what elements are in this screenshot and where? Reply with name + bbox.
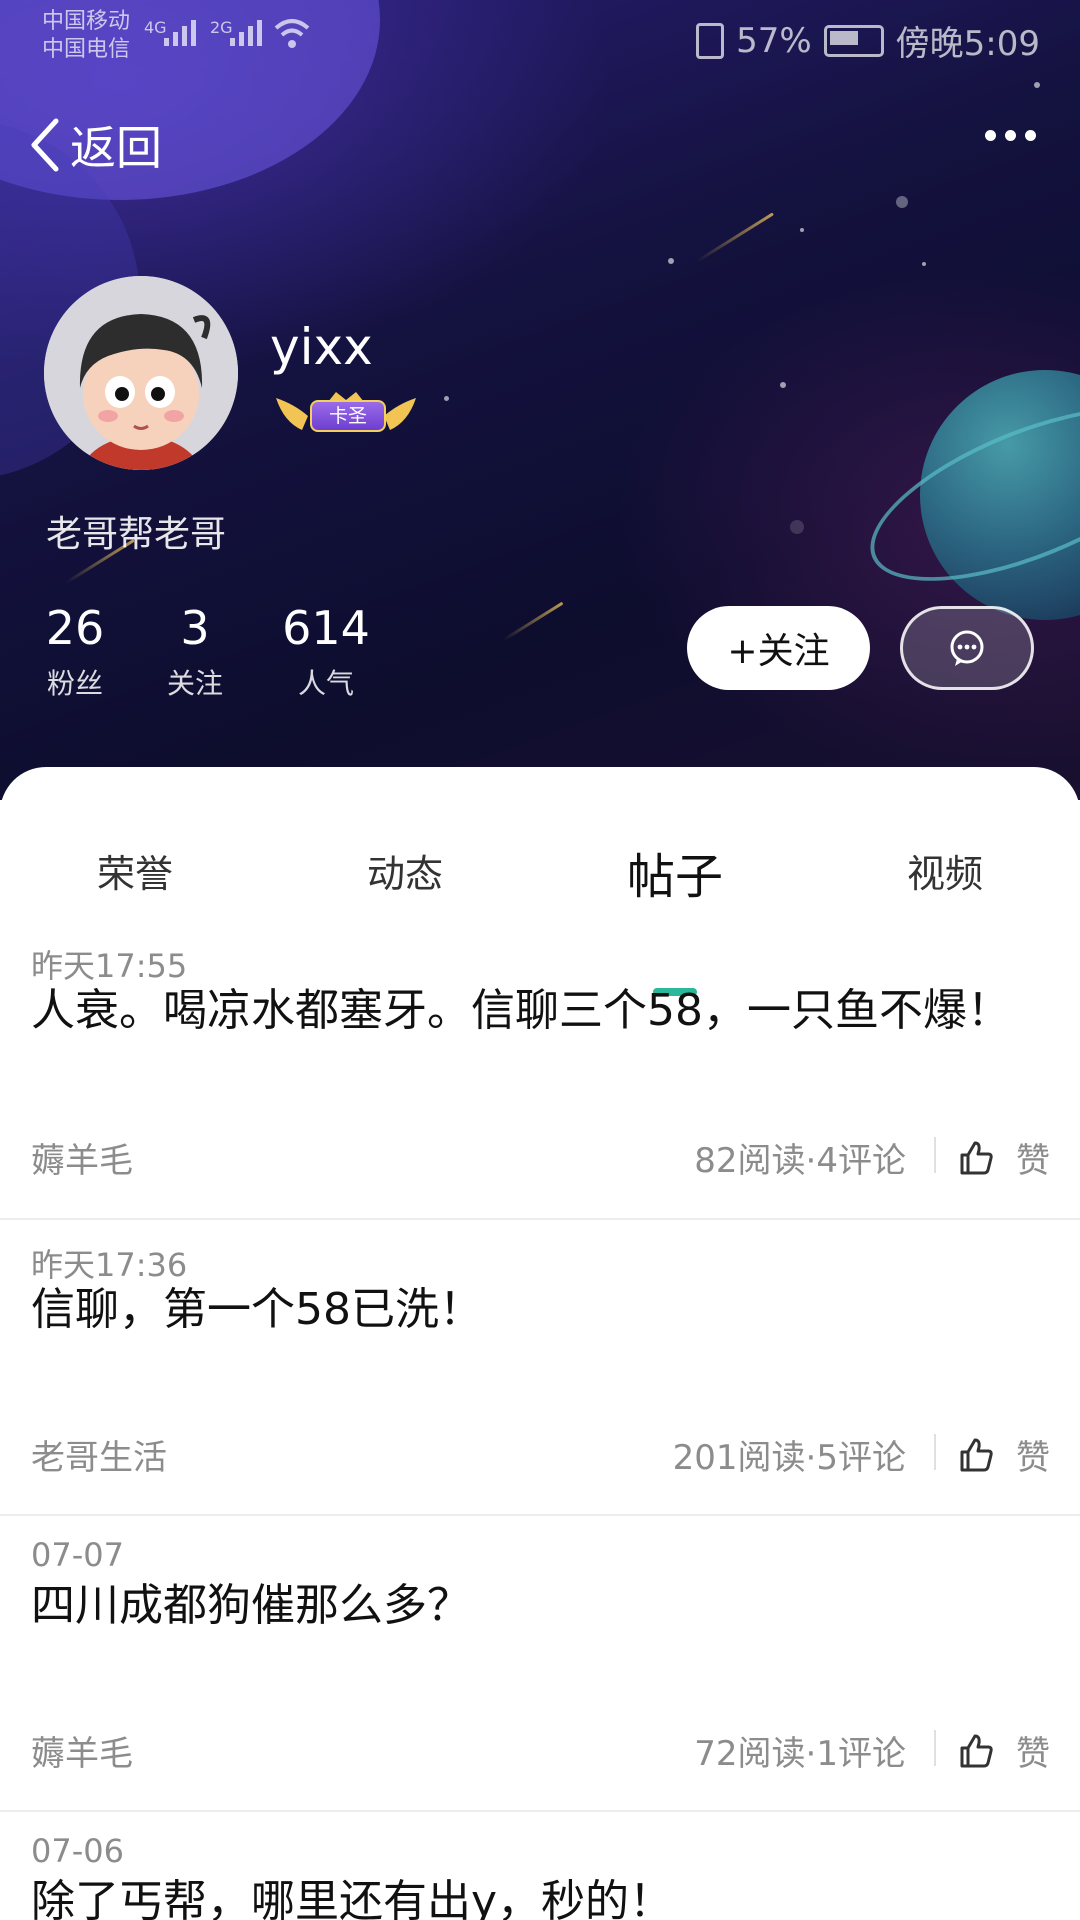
stat-value: 26 bbox=[45, 601, 105, 655]
username: yixx bbox=[270, 318, 373, 376]
more-dots-icon bbox=[985, 130, 996, 141]
stat-value: 3 bbox=[180, 601, 210, 655]
profile-header: 中国移动 中国电信 4G 2G 57% 傍晚5:09 返回 yixx 卡圣 老哥… bbox=[0, 0, 1080, 800]
like-label: 赞 bbox=[1016, 1438, 1050, 1478]
battery-icon bbox=[823, 24, 884, 57]
carrier-labels: 中国移动 中国电信 bbox=[42, 8, 130, 64]
chat-bubble-icon bbox=[950, 630, 984, 666]
stat-label: 人气 bbox=[297, 667, 354, 700]
divider bbox=[934, 1434, 936, 1470]
post-stats: 201阅读·5评论 bbox=[672, 1438, 906, 1478]
tab-videos[interactable]: 视频 bbox=[845, 843, 1045, 898]
chevron-left-icon bbox=[31, 118, 59, 172]
back-button[interactable]: 返回 bbox=[28, 112, 162, 178]
tab-bar: 荣誉 动态 帖子 视频 bbox=[0, 843, 1080, 996]
stat-label: 关注 bbox=[166, 667, 223, 700]
level-badge[interactable]: 卡圣 bbox=[272, 390, 420, 434]
message-button[interactable] bbox=[900, 606, 1034, 690]
divider bbox=[934, 1137, 936, 1173]
meteor-decor bbox=[502, 601, 564, 642]
stat-followers[interactable]: 26 粉丝 bbox=[5, 600, 145, 702]
tab-honors[interactable]: 荣誉 bbox=[35, 843, 235, 898]
wifi-icon bbox=[274, 19, 310, 48]
post-item[interactable]: 昨天17:55 人衰。喝凉水都塞牙。信聊三个58，一只鱼不爆！ 薅羊毛 82阅读… bbox=[0, 933, 1080, 1220]
divider bbox=[934, 1730, 936, 1766]
status-bar: 中国移动 中国电信 4G 2G 57% 傍晚5:09 bbox=[0, 0, 1080, 76]
avatar[interactable] bbox=[44, 276, 238, 470]
content-sheet: 荣誉 动态 帖子 视频 昨天17:55 人衰。喝凉水都塞牙。信聊三个58，一只鱼… bbox=[0, 767, 1080, 1920]
post-title: 除了丐帮，哪里还有出y，秒的！ bbox=[31, 1876, 674, 1920]
star-decor bbox=[780, 382, 786, 388]
star-decor bbox=[896, 196, 908, 208]
thumbs-up-icon bbox=[960, 1141, 993, 1174]
post-item[interactable]: 07-07 四川成都狗催那么多？ 薅羊毛 72阅读·1评论 赞 bbox=[0, 1514, 1080, 1812]
signal-icon bbox=[164, 20, 196, 46]
star-decor bbox=[668, 258, 674, 264]
back-label: 返回 bbox=[70, 121, 162, 175]
tab-activity[interactable]: 动态 bbox=[305, 843, 505, 898]
post-stats: 82阅读·4评论 bbox=[694, 1141, 906, 1181]
star-decor bbox=[800, 228, 804, 232]
stat-popularity: 614 人气 bbox=[256, 600, 396, 702]
more-options-button[interactable] bbox=[985, 130, 1036, 141]
bio: 老哥帮老哥 bbox=[46, 514, 227, 555]
like-button[interactable]: 赞 bbox=[958, 1430, 1050, 1479]
star-decor bbox=[444, 396, 449, 401]
post-time: 07-07 bbox=[31, 1536, 124, 1574]
post-time: 07-06 bbox=[31, 1832, 124, 1870]
signal-icon bbox=[230, 20, 262, 46]
post-stats: 72阅读·1评论 bbox=[694, 1734, 906, 1774]
post-title: 四川成都狗催那么多？ bbox=[31, 1580, 471, 1631]
star-decor bbox=[922, 262, 926, 266]
post-item[interactable]: 昨天17:36 信聊，第一个58已洗！ 老哥生活 201阅读·5评论 赞 bbox=[0, 1218, 1080, 1516]
thumbs-up-icon bbox=[960, 1438, 993, 1471]
status-right: 57% 傍晚5:09 bbox=[696, 16, 1040, 65]
post-group[interactable]: 薅羊毛 bbox=[31, 1726, 133, 1775]
post-group[interactable]: 老哥生活 bbox=[31, 1430, 167, 1479]
like-label: 赞 bbox=[1016, 1141, 1050, 1181]
thumbs-up-icon bbox=[960, 1734, 993, 1767]
battery-percent: 57% bbox=[736, 20, 812, 61]
stat-value: 614 bbox=[282, 601, 370, 655]
tab-posts[interactable]: 帖子 bbox=[575, 837, 775, 907]
meteor-decor bbox=[696, 212, 774, 263]
badge-label: 卡圣 bbox=[310, 400, 386, 432]
vibrate-icon bbox=[696, 22, 725, 59]
star-decor bbox=[790, 520, 804, 534]
carrier-2: 中国电信 bbox=[42, 37, 131, 62]
post-title: 人衰。喝凉水都塞牙。信聊三个58，一只鱼不爆！ bbox=[31, 985, 1011, 1036]
stat-label: 粉丝 bbox=[46, 667, 103, 700]
star-decor bbox=[1034, 82, 1040, 88]
carrier-1: 中国移动 bbox=[42, 9, 131, 34]
follow-button[interactable]: +关注 bbox=[687, 606, 870, 690]
post-item[interactable]: 07-06 除了丐帮，哪里还有出y，秒的！ bbox=[0, 1810, 1080, 1920]
post-title: 信聊，第一个58已洗！ bbox=[31, 1284, 483, 1335]
stat-following[interactable]: 3 关注 bbox=[125, 600, 265, 702]
like-label: 赞 bbox=[1016, 1734, 1050, 1774]
post-group[interactable]: 薅羊毛 bbox=[31, 1133, 133, 1182]
clock: 傍晚5:09 bbox=[895, 24, 1040, 64]
avatar-cartoon-image bbox=[44, 276, 238, 470]
like-button[interactable]: 赞 bbox=[958, 1133, 1050, 1182]
like-button[interactable]: 赞 bbox=[958, 1726, 1050, 1775]
